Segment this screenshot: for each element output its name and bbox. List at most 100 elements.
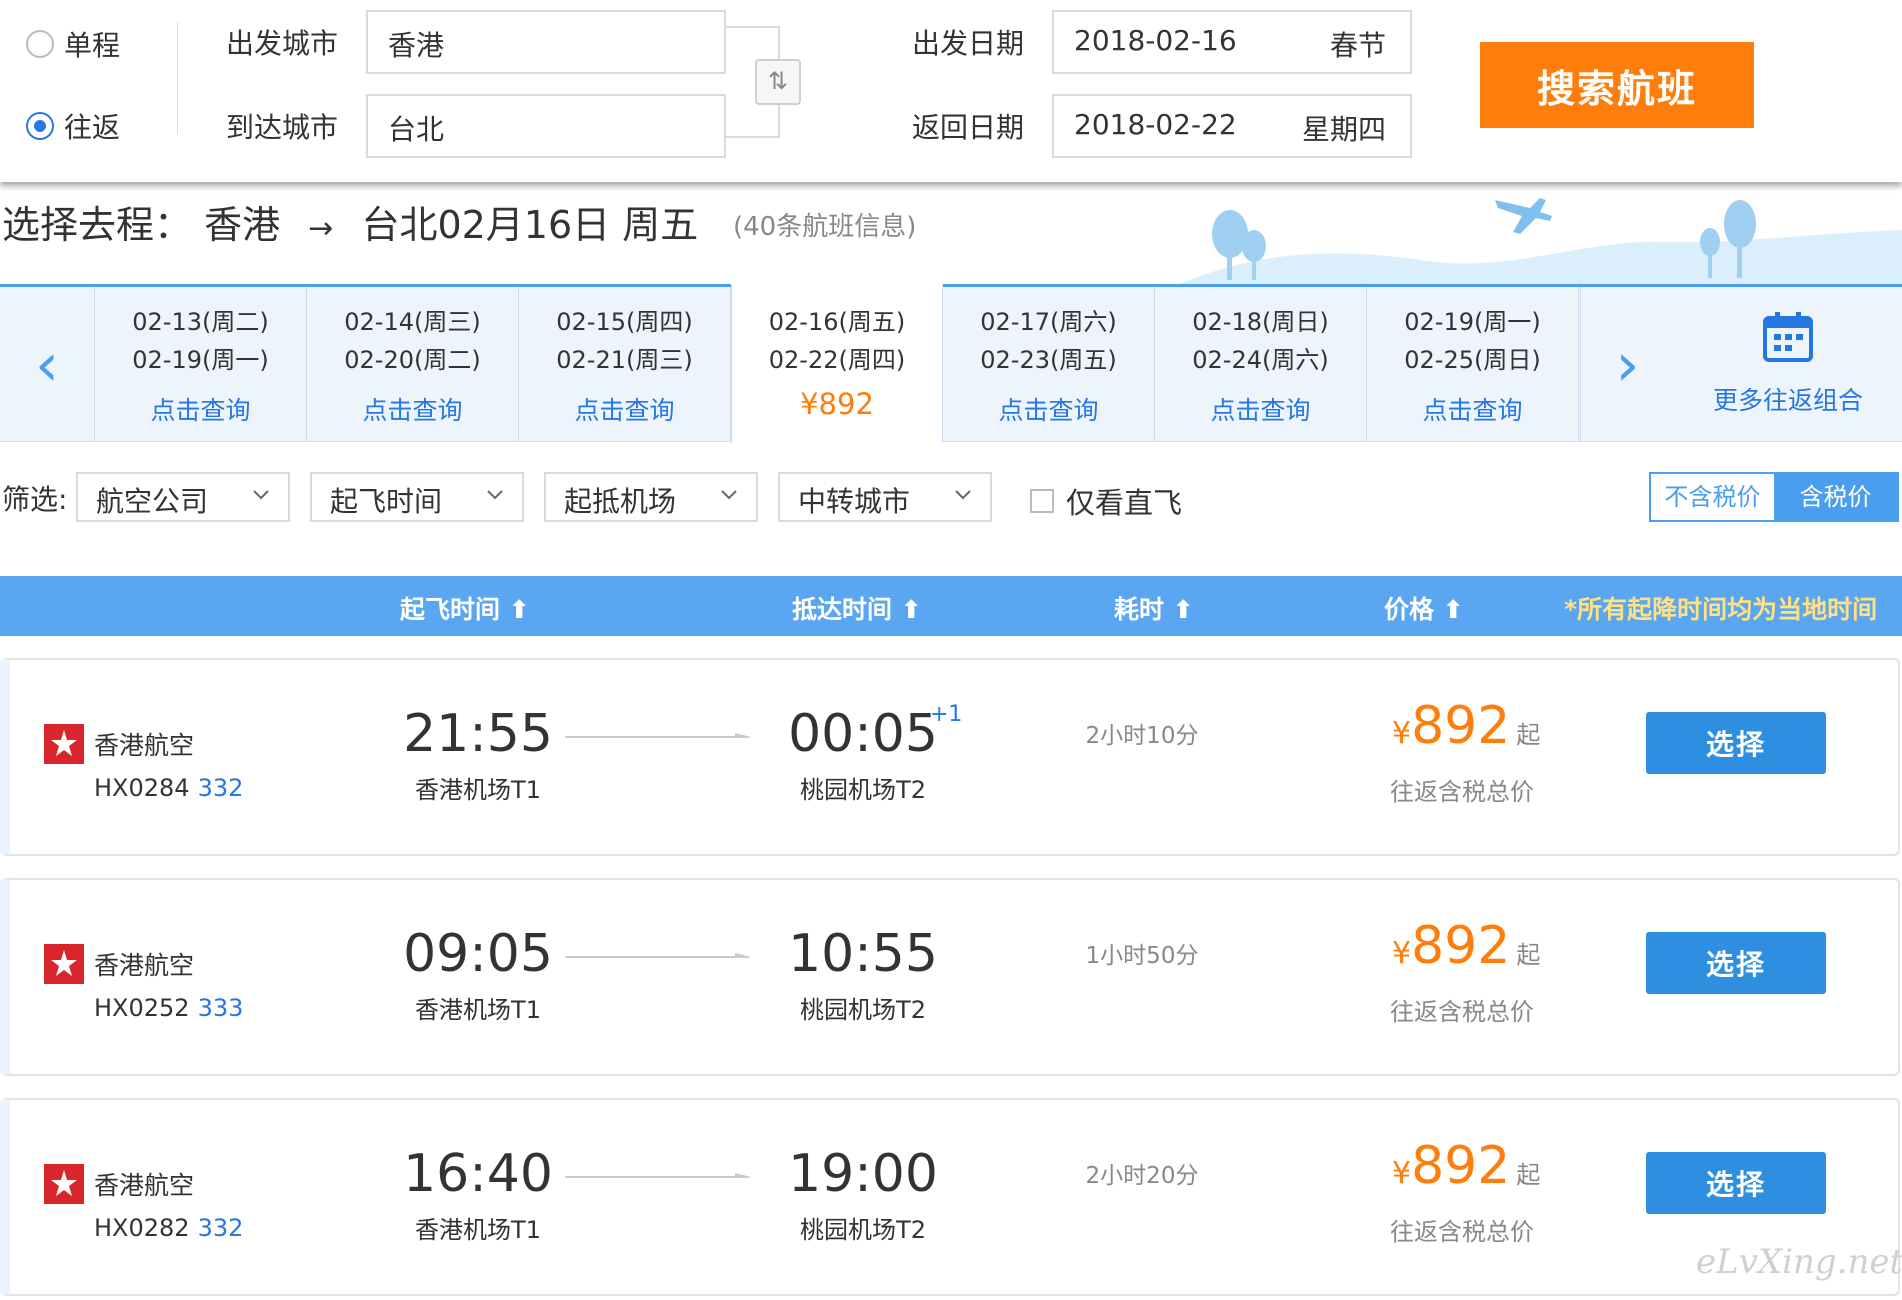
price-note: 往返含税总价 (1390, 1218, 1534, 1246)
swap-cities-button[interactable]: ⇅ (755, 59, 801, 105)
depart-time: 16:40 (403, 1144, 553, 1204)
next-day-badge: +1 (930, 702, 963, 727)
arrive-airport: 桃园机场T2 (800, 996, 926, 1024)
depart-time: 21:55 (403, 704, 553, 764)
return-date-note: 星期四 (1301, 113, 1386, 146)
sort-by-price[interactable]: 价格 ⬆ (1384, 590, 1464, 626)
direct-only-checkbox[interactable] (1030, 489, 1054, 513)
direct-only-filter[interactable]: 仅看直飞 (1030, 480, 1182, 522)
airline-name: 香港航空 (94, 1171, 195, 1200)
price-suffix: 起 (1516, 1161, 1541, 1189)
flight-number: HX0282 332 (94, 1214, 243, 1242)
swap-icon: ⇅ (767, 67, 789, 95)
aircraft-type-link[interactable]: 332 (198, 1214, 244, 1242)
depart-airport: 香港机场T1 (415, 1216, 541, 1244)
date-option-action[interactable]: 点击查询 (307, 391, 518, 427)
date-option-depart: 02-19(周一) (1404, 308, 1541, 336)
date-option-depart: 02-15(周四) (556, 308, 693, 336)
flight-count: (40条航班信息) (733, 212, 917, 242)
arrive-airport: 桃园机场T2 (800, 1216, 926, 1244)
date-option[interactable]: 02-17(周六) 02-23(周五) 点击查询 (943, 287, 1155, 442)
aircraft-type-link[interactable]: 332 (198, 774, 244, 802)
date-option-return: 02-22(周四) (768, 346, 906, 374)
filter-depart-time-dropdown[interactable]: 起飞时间 (310, 472, 524, 522)
date-option-return: 02-24(周六) (1192, 346, 1329, 374)
date-option[interactable]: 02-19(周一) 02-25(周日) 点击查询 (1367, 287, 1579, 442)
flight-duration: 1小时50分 (1085, 943, 1199, 969)
price-suffix: 起 (1516, 941, 1541, 969)
arrive-time: 10:55 (788, 924, 938, 984)
depart-date-input[interactable]: 2018-02-16 春节 (1052, 10, 1412, 74)
return-date-input[interactable]: 2018-02-22 星期四 (1052, 94, 1412, 158)
depart-date-note: 春节 (1329, 29, 1386, 62)
hong-kong-airlines-logo-icon (44, 724, 84, 764)
depart-city-value: 香港 (388, 29, 445, 62)
chevron-down-icon (721, 490, 737, 500)
filter-transfer-city-dropdown[interactable]: 中转城市 (778, 472, 992, 522)
date-option-depart: 02-14(周三) (344, 308, 481, 336)
route-from: 香港 (204, 203, 281, 247)
divider (177, 22, 178, 134)
one-way-radio[interactable] (26, 30, 54, 58)
prev-dates-button[interactable]: ‹ (0, 287, 95, 442)
date-option-depart: 02-16(周五) (768, 308, 906, 336)
price-note: 往返含税总价 (1390, 998, 1534, 1026)
filter-airline-dropdown[interactable]: 航空公司 (76, 472, 290, 522)
arrive-city-input[interactable]: 台北 (366, 94, 726, 158)
date-option-action[interactable]: 点击查询 (95, 391, 306, 427)
route-prefix: 选择去程： (2, 203, 193, 247)
date-option[interactable]: 02-15(周四) 02-21(周三) 点击查询 (519, 287, 731, 442)
trip-type-one-way[interactable]: 单程 (26, 24, 120, 64)
date-option-action[interactable]: 点击查询 (519, 391, 730, 427)
next-dates-button[interactable]: › (1580, 287, 1674, 442)
flight-path-arrow-icon (565, 1173, 751, 1178)
scenery-illustration (1180, 198, 1902, 284)
trip-type-round-trip[interactable]: 往返 (26, 106, 120, 146)
date-option-return: 02-20(周二) (344, 346, 481, 374)
date-option-action[interactable]: 点击查询 (943, 391, 1154, 427)
select-flight-button[interactable]: 选择 (1646, 932, 1826, 994)
calendar-icon (1763, 312, 1813, 362)
depart-airport: 香港机场T1 (415, 776, 541, 804)
date-option[interactable]: 02-18(周日) 02-24(周六) 点击查询 (1155, 287, 1367, 442)
sort-by-duration[interactable]: 耗时 ⬆ (1114, 590, 1194, 626)
round-trip-radio[interactable] (26, 112, 54, 140)
price-incl-tax-option[interactable]: 含税价 (1774, 474, 1897, 520)
sort-by-arrive-time[interactable]: 抵达时间 ⬆ (792, 590, 922, 626)
date-option-price: ¥892 (800, 387, 874, 421)
search-flights-button[interactable]: 搜索航班 (1480, 42, 1754, 128)
currency-symbol: ¥ (1392, 936, 1412, 971)
route-arrow-icon: → (308, 211, 334, 246)
aircraft-type-link[interactable]: 333 (198, 994, 244, 1022)
select-flight-button[interactable]: 选择 (1646, 712, 1826, 774)
date-option-action[interactable]: 点击查询 (1155, 391, 1366, 427)
date-option[interactable]: 02-13(周二) 02-19(周一) 点击查询 (95, 287, 307, 442)
flight-search-form: 单程 往返 出发城市 香港 到达城市 台北 ⇅ 出发日期 2018-02-16 … (0, 0, 1902, 182)
price-amount: 892 (1411, 916, 1511, 976)
filter-bar: 筛选: 航空公司 起飞时间 起抵机场 中转城市 仅看直飞 不含税价 含税价 (0, 470, 1902, 526)
date-option-action[interactable]: 点击查询 (1367, 391, 1578, 427)
depart-city-label: 出发城市 (226, 27, 339, 60)
filter-airport-dropdown[interactable]: 起抵机场 (544, 472, 758, 522)
airline-name: 香港航空 (94, 731, 195, 760)
date-option[interactable]: 02-14(周三) 02-20(周二) 点击查询 (307, 287, 519, 442)
arrive-time: 19:00 (788, 1144, 938, 1204)
depart-date-label: 出发日期 (912, 27, 1025, 60)
chevron-right-icon: › (1615, 329, 1640, 400)
more-round-trip-combos[interactable]: 更多往返组合 (1674, 287, 1902, 442)
select-flight-button[interactable]: 选择 (1646, 1152, 1826, 1214)
flight-no: HX0282 (94, 1214, 190, 1242)
hong-kong-airlines-logo-icon (44, 1164, 84, 1204)
depart-city-input[interactable]: 香港 (366, 10, 726, 74)
return-date-value: 2018-02-22 (1074, 108, 1237, 141)
date-option-selected[interactable]: 02-16(周五) 02-22(周四) ¥892 (731, 284, 943, 443)
route-to-date: 台北02月16日 周五 (361, 203, 699, 247)
arrive-city-value: 台北 (388, 113, 445, 146)
flight-path-arrow-icon (565, 953, 751, 958)
sort-by-depart-time[interactable]: 起飞时间 ⬆ (400, 590, 530, 626)
chevron-down-icon (487, 490, 503, 500)
filter-transfer-city-label: 中转城市 (798, 485, 911, 518)
price-excl-tax-option[interactable]: 不含税价 (1651, 474, 1774, 520)
round-trip-label: 往返 (64, 111, 121, 144)
watermark: eLvXing.net (1696, 1242, 1902, 1282)
